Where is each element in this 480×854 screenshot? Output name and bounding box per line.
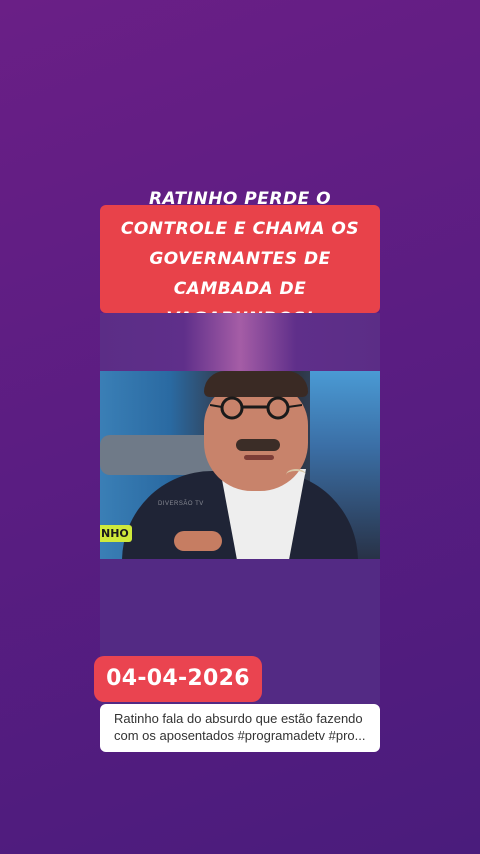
glasses-icon	[210, 396, 302, 420]
video-player[interactable]: DIVERSÃO TV NHO	[100, 313, 380, 705]
headset-mic-icon	[286, 469, 306, 481]
story-card[interactable]: RATINHO PERDE O CONTROLE E CHAMA OS GOVE…	[100, 189, 380, 705]
caption-line-1: Ratinho fala do absurdo que estão fazend…	[114, 711, 363, 726]
presenter-mustache	[236, 439, 280, 451]
presenter-hand	[174, 531, 222, 551]
channel-watermark: DIVERSÃO TV	[158, 501, 204, 507]
presenter-mouth	[244, 455, 274, 460]
date-badge: 04-04-2026	[94, 656, 262, 702]
studio-sofa	[100, 435, 220, 475]
headline-text: RATINHO PERDE O CONTROLE E CHAMA OS GOVE…	[120, 189, 360, 329]
caption-line-2: com os aposentados #programadetv #pro...	[114, 728, 366, 743]
video-top-band	[100, 313, 380, 371]
program-logo-tag: NHO	[100, 525, 132, 542]
story-headline: RATINHO PERDE O CONTROLE E CHAMA OS GOVE…	[100, 189, 380, 329]
video-frame[interactable]: DIVERSÃO TV NHO	[100, 371, 380, 559]
presenter-hair	[204, 371, 308, 397]
caption-box[interactable]: Ratinho fala do absurdo que estão fazend…	[100, 704, 380, 752]
